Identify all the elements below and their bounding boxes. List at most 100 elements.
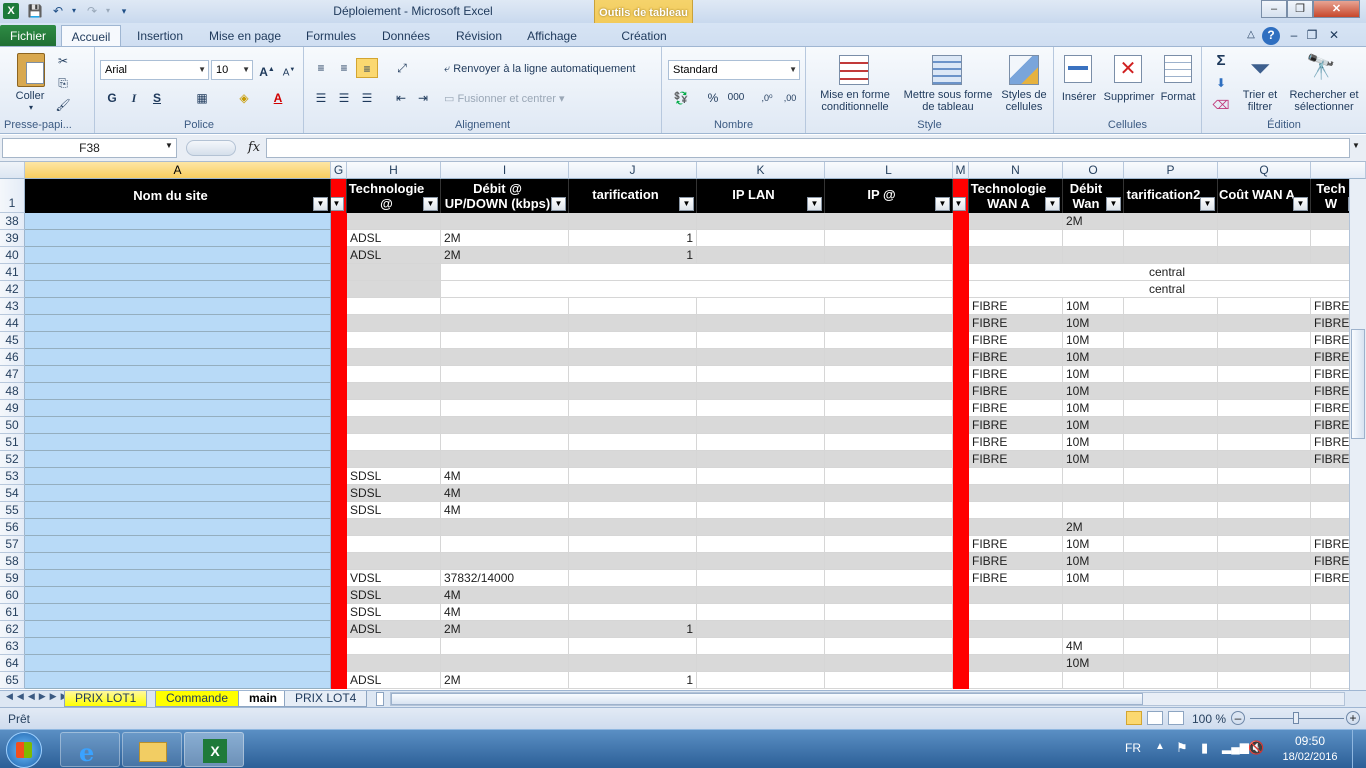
table-cell-q[interactable] bbox=[1218, 298, 1311, 315]
vertical-scroll-thumb[interactable] bbox=[1351, 329, 1365, 439]
delete-cells-icon[interactable]: ✕ bbox=[1114, 55, 1142, 83]
table-cell-p[interactable] bbox=[1124, 485, 1218, 502]
red-marker-cell[interactable] bbox=[953, 672, 969, 689]
volume-icon[interactable]: 🔇 bbox=[1248, 740, 1264, 756]
decrease-indent-icon[interactable]: ⇤ bbox=[390, 88, 412, 108]
table-cell-k[interactable] bbox=[697, 604, 825, 621]
clock-date[interactable]: 18/02/2016 bbox=[1276, 751, 1344, 763]
table-cell-l[interactable] bbox=[825, 417, 953, 434]
site-name-cell[interactable] bbox=[25, 417, 331, 434]
table-cell-k[interactable] bbox=[697, 417, 825, 434]
red-marker-cell[interactable] bbox=[953, 281, 969, 298]
red-marker-cell[interactable] bbox=[331, 332, 347, 349]
table-cell-q[interactable] bbox=[1218, 536, 1311, 553]
table-cell-k[interactable] bbox=[697, 451, 825, 468]
table-cell-n[interactable]: FIBRE bbox=[969, 383, 1063, 400]
table-cell-q[interactable] bbox=[1218, 621, 1311, 638]
row-header[interactable]: 56 bbox=[0, 519, 25, 536]
table-cell-p[interactable] bbox=[1124, 213, 1218, 230]
header-cell-i[interactable]: Débit @ UP/DOWN (kbps) ▼ bbox=[441, 179, 569, 213]
table-cell-l[interactable] bbox=[825, 536, 953, 553]
binoculars-icon[interactable]: 🔭 bbox=[1306, 53, 1336, 83]
table-cell-j[interactable] bbox=[569, 298, 697, 315]
sheet-tab-commande[interactable]: Commande bbox=[155, 691, 240, 707]
table-cell-o[interactable]: 10M bbox=[1063, 349, 1124, 366]
percent-button[interactable]: % bbox=[702, 88, 724, 108]
table-cell-q[interactable] bbox=[1218, 451, 1311, 468]
table-cell-k[interactable] bbox=[697, 502, 825, 519]
red-marker-cell[interactable] bbox=[953, 332, 969, 349]
filter-dropdown-icon[interactable]: ▼ bbox=[679, 197, 694, 211]
header-cell-j[interactable]: tarification ▼ bbox=[569, 179, 697, 213]
table-cell-o[interactable]: 10M bbox=[1063, 655, 1124, 672]
red-marker-cell[interactable] bbox=[953, 638, 969, 655]
table-cell-q[interactable] bbox=[1218, 349, 1311, 366]
expand-formula-icon[interactable]: ▼ bbox=[1352, 141, 1360, 150]
red-marker-cell[interactable] bbox=[331, 315, 347, 332]
formula-input[interactable] bbox=[266, 138, 1350, 158]
column-header-q[interactable]: Q bbox=[1218, 162, 1311, 179]
table-cell-n[interactable]: FIBRE bbox=[969, 366, 1063, 383]
table-cell-i[interactable] bbox=[441, 298, 569, 315]
table-cell-l[interactable] bbox=[825, 672, 953, 689]
table-cell-q[interactable] bbox=[1218, 502, 1311, 519]
table-cell-h[interactable] bbox=[347, 383, 441, 400]
table-cell-p[interactable] bbox=[1124, 536, 1218, 553]
red-marker-cell[interactable] bbox=[331, 587, 347, 604]
merged-cell[interactable] bbox=[441, 281, 953, 298]
normal-view-icon[interactable] bbox=[1126, 711, 1142, 725]
table-cell-l[interactable] bbox=[825, 621, 953, 638]
red-marker-cell[interactable] bbox=[331, 434, 347, 451]
red-marker-cell[interactable] bbox=[953, 383, 969, 400]
table-cell-k[interactable] bbox=[697, 230, 825, 247]
filter-dropdown-icon[interactable]: ▼ bbox=[1106, 197, 1121, 211]
red-marker-cell[interactable] bbox=[331, 655, 347, 672]
table-cell-i[interactable] bbox=[441, 417, 569, 434]
row-header[interactable]: 49 bbox=[0, 400, 25, 417]
filter-dropdown-icon[interactable]: ▼ bbox=[1200, 197, 1215, 211]
select-all-corner[interactable] bbox=[0, 162, 25, 179]
table-cell-o[interactable] bbox=[1063, 230, 1124, 247]
row-header[interactable]: 39 bbox=[0, 230, 25, 247]
table-cell-h[interactable] bbox=[347, 315, 441, 332]
site-name-cell[interactable] bbox=[25, 672, 331, 689]
decrease-decimal-icon[interactable]: ,00 bbox=[779, 88, 801, 108]
table-cell-n[interactable]: FIBRE bbox=[969, 315, 1063, 332]
table-cell-j[interactable] bbox=[569, 519, 697, 536]
table-cell-h[interactable] bbox=[347, 434, 441, 451]
format-as-table-icon[interactable] bbox=[932, 55, 962, 85]
table-cell-k[interactable] bbox=[697, 298, 825, 315]
language-indicator[interactable]: FR bbox=[1125, 741, 1141, 755]
header-cell-p[interactable]: tarification2 ▼ bbox=[1124, 179, 1218, 213]
table-cell-i[interactable]: 4M bbox=[441, 485, 569, 502]
red-marker-cell[interactable] bbox=[953, 213, 969, 230]
table-cell-h[interactable]: ADSL bbox=[347, 247, 441, 264]
table-cell-j[interactable] bbox=[569, 553, 697, 570]
red-marker-cell[interactable] bbox=[331, 213, 347, 230]
table-cell-i[interactable]: 2M bbox=[441, 230, 569, 247]
site-name-cell[interactable] bbox=[25, 655, 331, 672]
table-cell-j[interactable] bbox=[569, 485, 697, 502]
header-cell-h[interactable]: Technologie @ ▼ bbox=[347, 179, 441, 213]
site-name-cell[interactable] bbox=[25, 298, 331, 315]
increase-decimal-icon[interactable]: ,0⁰ bbox=[756, 88, 778, 108]
horizontal-scroll-thumb[interactable] bbox=[391, 693, 1143, 705]
red-marker-cell[interactable] bbox=[953, 315, 969, 332]
table-cell-h[interactable] bbox=[347, 366, 441, 383]
site-name-cell[interactable] bbox=[25, 281, 331, 298]
table-cell-h[interactable] bbox=[347, 553, 441, 570]
row-header[interactable]: 61 bbox=[0, 604, 25, 621]
table-cell-i[interactable]: 2M bbox=[441, 672, 569, 689]
tab-accueil[interactable]: Accueil bbox=[61, 25, 121, 47]
red-marker-cell[interactable] bbox=[331, 349, 347, 366]
column-header-k[interactable]: K bbox=[697, 162, 825, 179]
table-cell-i[interactable] bbox=[441, 332, 569, 349]
red-marker-cell[interactable] bbox=[331, 536, 347, 553]
workbook-close-icon[interactable]: ✕ bbox=[1326, 27, 1342, 43]
table-cell-k[interactable] bbox=[697, 332, 825, 349]
table-cell-i[interactable]: 4M bbox=[441, 604, 569, 621]
help-icon[interactable]: ? bbox=[1262, 27, 1280, 45]
table-cell[interactable] bbox=[347, 264, 441, 281]
table-cell-p[interactable] bbox=[1124, 502, 1218, 519]
table-cell-h[interactable] bbox=[347, 400, 441, 417]
